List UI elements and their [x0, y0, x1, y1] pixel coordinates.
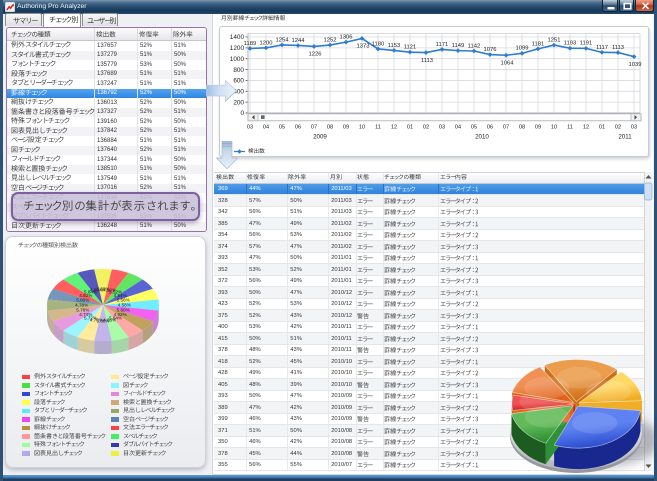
svg-text:1373: 1373	[357, 44, 370, 50]
svg-text:1400: 1400	[230, 34, 245, 41]
svg-text:03: 03	[439, 125, 445, 131]
svg-text:03: 03	[631, 125, 637, 131]
svg-text:09: 09	[343, 125, 349, 131]
svg-text:1306: 1306	[340, 35, 353, 41]
svg-text:1099: 1099	[516, 46, 529, 52]
svg-text:1142: 1142	[468, 43, 480, 49]
svg-text:03: 03	[247, 125, 253, 131]
svg-text:1189: 1189	[244, 41, 256, 47]
svg-text:08: 08	[519, 125, 525, 131]
svg-text:5.80%: 5.80%	[76, 298, 89, 303]
svg-text:800: 800	[233, 67, 244, 74]
svg-text:1117: 1117	[596, 45, 608, 51]
svg-text:1193: 1193	[564, 41, 576, 47]
svg-text:12: 12	[583, 125, 589, 131]
svg-text:05: 05	[279, 125, 285, 131]
svg-text:04: 04	[455, 125, 461, 131]
svg-text:09: 09	[535, 125, 541, 131]
svg-text:1171: 1171	[436, 42, 448, 48]
svg-text:1200: 1200	[230, 45, 245, 52]
svg-text:10: 10	[359, 125, 365, 131]
svg-text:06: 06	[487, 125, 493, 131]
svg-text:1181: 1181	[532, 41, 544, 47]
svg-text:1113: 1113	[421, 58, 433, 64]
svg-text:1076: 1076	[484, 47, 497, 53]
svg-text:10: 10	[551, 125, 557, 131]
svg-text:01: 01	[599, 125, 605, 131]
svg-text:1113: 1113	[612, 45, 624, 51]
svg-text:07: 07	[311, 125, 317, 131]
svg-text:1200: 1200	[260, 40, 273, 46]
svg-text:2011: 2011	[618, 134, 632, 141]
svg-text:1191: 1191	[580, 41, 592, 47]
svg-text:2010: 2010	[475, 134, 489, 141]
svg-text:5.76%: 5.76%	[76, 307, 89, 312]
svg-text:12: 12	[391, 125, 397, 131]
svg-text:1039: 1039	[629, 62, 642, 68]
svg-text:1149: 1149	[452, 43, 464, 49]
svg-text:04: 04	[263, 125, 269, 131]
svg-text:1254: 1254	[276, 37, 290, 43]
svg-text:1064: 1064	[501, 60, 515, 66]
svg-text:08: 08	[327, 125, 333, 131]
svg-text:11: 11	[567, 125, 573, 131]
svg-text:4.74%: 4.74%	[79, 312, 92, 317]
svg-text:1153: 1153	[388, 43, 400, 49]
svg-text:06: 06	[295, 125, 301, 131]
svg-text:1226: 1226	[309, 52, 322, 58]
svg-text:1252: 1252	[324, 37, 337, 43]
svg-text:02: 02	[423, 125, 429, 131]
svg-text:1180: 1180	[372, 41, 384, 47]
svg-text:5.88%: 5.88%	[96, 287, 109, 292]
svg-text:11: 11	[375, 125, 381, 131]
svg-text:1121: 1121	[404, 45, 416, 51]
svg-text:0: 0	[240, 110, 244, 117]
svg-text:1251: 1251	[548, 38, 561, 44]
svg-text:01: 01	[407, 125, 413, 131]
svg-text:4.78%: 4.78%	[75, 303, 88, 308]
svg-text:07: 07	[503, 125, 509, 131]
svg-text:1244: 1244	[292, 38, 306, 44]
svg-text:02: 02	[615, 125, 621, 131]
svg-text:2009: 2009	[313, 134, 327, 141]
svg-text:05: 05	[471, 125, 477, 131]
svg-text:1000: 1000	[230, 56, 245, 63]
